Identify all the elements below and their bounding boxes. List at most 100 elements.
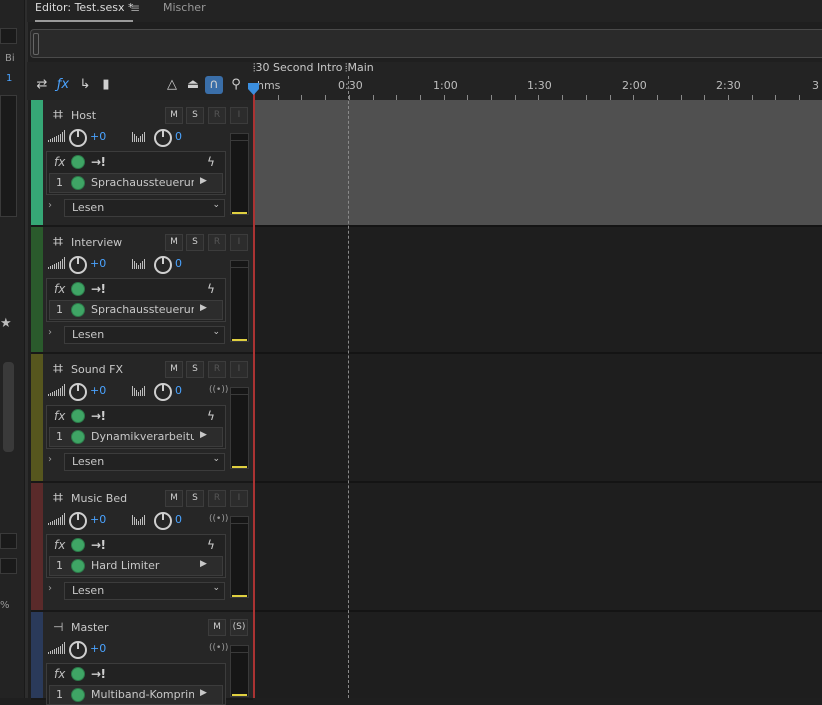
menu-icon[interactable]: ≡ [130,0,140,20]
stereo-output-icon[interactable]: ((•)) [209,514,228,524]
solo-button[interactable]: S [186,234,204,251]
volume-value[interactable]: +0 [90,642,106,655]
track-lane-host[interactable] [253,100,822,227]
volume-knob[interactable] [69,129,87,147]
track-header-music-bed[interactable]: ‡‡ Music Bed M S R I +0 ((•)) 0 fx →ǃ ϟ … [31,483,253,612]
track-lane-master[interactable] [253,612,822,698]
track-name[interactable]: Master [71,621,109,634]
panel-list[interactable] [0,95,17,217]
swap-icon[interactable]: ⇄ [33,76,51,94]
input-monitor-button[interactable]: I [230,490,248,507]
automation-select[interactable]: Lesen ⌄ [64,582,225,600]
lightning-icon[interactable]: ϟ [207,538,215,552]
playhead[interactable] [253,83,255,698]
playhead-handle[interactable] [248,83,259,95]
pre-post-icon[interactable]: →ǃ [91,538,106,552]
tab-editor[interactable]: Editor: Test.sesx * [35,0,134,22]
fx-rack-power-icon[interactable] [71,538,85,552]
volume-knob[interactable] [69,512,87,530]
fx-name[interactable]: Sprachaussteuerung [91,176,194,189]
send-view-icon[interactable]: ↳ [76,76,94,94]
fx-arrow-icon[interactable]: ▶ [200,559,207,569]
pan-knob[interactable] [154,512,172,530]
track-name[interactable]: Music Bed [71,492,127,505]
pre-post-icon[interactable]: →ǃ [91,282,106,296]
panel-field[interactable] [0,28,17,44]
track-lane-interview[interactable] [253,227,822,354]
solo-button[interactable]: S [186,361,204,378]
lightning-icon[interactable]: ϟ [207,155,215,169]
marker-intro[interactable]: ⦙30 Second Intro [253,62,342,74]
overview-handle[interactable] [33,33,39,55]
expand-icon[interactable]: › [48,583,52,594]
fx-slot[interactable]: 1 Multiband-Komprim ▶ [49,685,223,705]
panel-field-3[interactable] [0,558,17,574]
track-lane-sound-fx[interactable] [253,354,822,483]
pan-knob[interactable] [154,256,172,274]
pan-value[interactable]: 0 [175,384,182,397]
fx-arrow-icon[interactable]: ▶ [200,176,207,186]
volume-knob[interactable] [69,383,87,401]
fx-power-icon[interactable] [71,688,85,702]
fx-rack-power-icon[interactable] [71,155,85,169]
time-ruler[interactable]: ⦙30 Second Intro ⦙Main hms 0:30 1:00 1:3… [253,62,822,100]
pre-post-icon[interactable]: →ǃ [91,409,106,423]
volume-knob[interactable] [69,256,87,274]
automation-select[interactable]: Lesen ⌄ [64,199,225,217]
fx-rack-power-icon[interactable] [71,282,85,296]
panel-field-2[interactable] [0,533,17,549]
record-arm-button[interactable]: R [208,361,226,378]
headphones-icon[interactable]: ∩ [205,76,223,94]
fx-arrow-icon[interactable]: ▶ [200,430,207,440]
fx-rack-power-icon[interactable] [71,667,85,681]
fx-view-icon[interactable]: ƒx [54,76,72,94]
mute-button[interactable]: M [165,490,183,507]
expand-icon[interactable]: › [48,454,52,465]
mute-button[interactable]: M [165,107,183,124]
volume-knob[interactable] [69,641,87,659]
fx-power-icon[interactable] [71,559,85,573]
track-header-master[interactable]: ⊣ Master M (S) +0 ((•)) fx →ǃ 1 Multiban… [31,612,253,705]
tab-mixer[interactable]: Mischer [163,0,206,20]
stereo-output-icon[interactable]: ((•)) [209,643,228,653]
solo-button[interactable]: S [186,107,204,124]
fx-slot[interactable]: 1 Sprachaussteuerung ▶ [49,173,223,193]
track-header-interview[interactable]: ‡‡ Interview M S R I +0 0 fx →ǃ ϟ 1 Spra… [31,227,253,354]
fx-rack-power-icon[interactable] [71,409,85,423]
star-icon[interactable]: ★ [0,316,12,331]
fx-slot[interactable]: 1 Sprachaussteuerung ▶ [49,300,223,320]
pre-post-icon[interactable]: →ǃ [91,155,106,169]
track-name[interactable]: Sound FX [71,363,123,376]
volume-value[interactable]: +0 [90,257,106,270]
pan-value[interactable]: 0 [175,257,182,270]
overview-bar[interactable] [30,29,822,58]
track-lane-music-bed[interactable] [253,483,822,612]
fx-arrow-icon[interactable]: ▶ [200,688,207,698]
input-monitor-button[interactable]: I [230,107,248,124]
pan-knob[interactable] [154,383,172,401]
lightning-icon[interactable]: ϟ [207,282,215,296]
record-icon[interactable]: ⏏ [184,76,202,94]
mute-button[interactable]: M [165,234,183,251]
marker-main[interactable]: ⦙Main [345,62,374,74]
track-name[interactable]: Interview [71,236,122,249]
fx-slot[interactable]: 1 Dynamikverarbeitung ▶ [49,427,223,447]
pre-post-icon[interactable]: →ǃ [91,667,106,681]
solo-button[interactable]: S [186,490,204,507]
volume-value[interactable]: +0 [90,513,106,526]
lightning-icon[interactable]: ϟ [207,409,215,423]
input-monitor-button[interactable]: I [230,361,248,378]
expand-icon[interactable]: › [48,200,52,211]
stereo-output-icon[interactable]: ((•)) [209,385,228,395]
fx-power-icon[interactable] [71,430,85,444]
pan-value[interactable]: 0 [175,513,182,526]
metronome-icon[interactable]: △ [163,76,181,94]
panel-divider[interactable] [24,0,28,698]
track-header-sound-fx[interactable]: ‡‡ Sound FX M S R I +0 ((•)) 0 fx →ǃ ϟ 1… [31,354,253,483]
fx-name[interactable]: Hard Limiter [91,559,194,572]
pan-knob[interactable] [154,129,172,147]
volume-value[interactable]: +0 [90,384,106,397]
automation-select[interactable]: Lesen ⌄ [64,326,225,344]
fx-name[interactable]: Dynamikverarbeitung [91,430,194,443]
mute-button[interactable]: M [208,619,226,636]
